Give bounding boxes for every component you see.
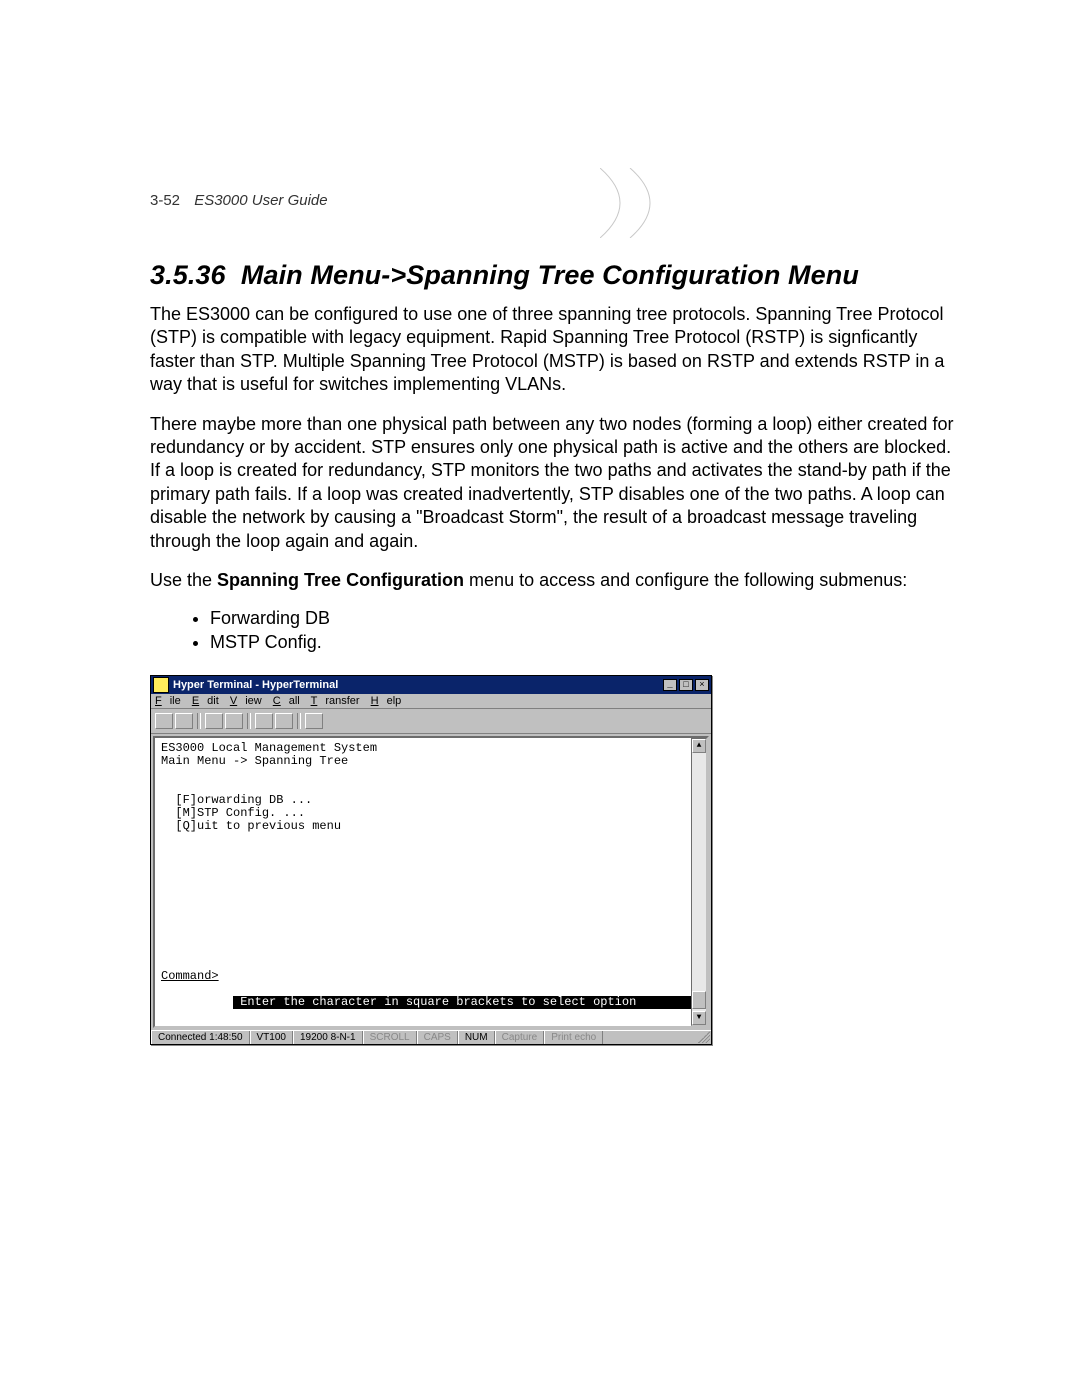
app-icon <box>153 677 169 693</box>
toolbar-connect-icon[interactable] <box>205 713 223 729</box>
section-number: 3.5.36 <box>150 260 226 290</box>
section-heading: 3.5.36 Main Menu->Spanning Tree Configur… <box>150 260 960 291</box>
toolbar-new-icon[interactable] <box>155 713 173 729</box>
list-item: Forwarding DB <box>210 608 960 629</box>
terminal-instruction: Enter the character in square brackets t… <box>233 996 709 1009</box>
resize-grip-icon[interactable] <box>698 1031 710 1043</box>
status-settings: 19200 8-N-1 <box>293 1031 363 1044</box>
toolbar-properties-icon[interactable] <box>305 713 323 729</box>
minimize-button[interactable]: _ <box>663 679 677 691</box>
terminal-prompt[interactable]: Command> <box>161 970 701 983</box>
scroll-up-icon[interactable]: ▲ <box>692 739 706 753</box>
header-ornament-icon <box>600 168 720 238</box>
menu-file[interactable]: File <box>155 695 181 707</box>
running-header: 3-52 ES3000 User Guide <box>150 192 328 209</box>
scroll-thumb[interactable] <box>692 991 706 1009</box>
status-connected: Connected 1:48:50 <box>151 1031 250 1044</box>
toolbar-disconnect-icon[interactable] <box>225 713 243 729</box>
paragraph-3-prefix: Use the <box>150 570 217 590</box>
vertical-scrollbar[interactable]: ▲ ▼ <box>691 738 707 1026</box>
hyperterminal-window: Hyper Terminal - HyperTerminal _ □ × Fil… <box>150 675 712 1045</box>
page-number: 3-52 <box>150 192 180 209</box>
menu-help[interactable]: Help <box>371 695 402 707</box>
section-title-text: Main Menu->Spanning Tree Configuration M… <box>241 260 859 290</box>
menu-bar: File Edit View Call Transfer Help <box>151 694 711 709</box>
close-button[interactable]: × <box>695 679 709 691</box>
status-emulation: VT100 <box>250 1031 293 1044</box>
toolbar-separator <box>297 713 301 729</box>
status-bar: Connected 1:48:50 VT100 19200 8-N-1 SCRO… <box>151 1030 711 1044</box>
status-scroll: SCROLL <box>363 1031 417 1044</box>
scroll-down-icon[interactable]: ▼ <box>692 1011 706 1025</box>
terminal-viewport[interactable]: ES3000 Local Management System Main Menu… <box>153 736 709 1028</box>
terminal-text: ES3000 Local Management System Main Menu… <box>161 741 377 833</box>
toolbar <box>151 709 711 734</box>
menu-call[interactable]: Call <box>273 695 300 707</box>
menu-edit[interactable]: Edit <box>192 695 219 707</box>
toolbar-separator <box>197 713 201 729</box>
paragraph-3-suffix: menu to access and configure the followi… <box>464 570 907 590</box>
paragraph-2: There maybe more than one physical path … <box>150 413 960 553</box>
window-titlebar[interactable]: Hyper Terminal - HyperTerminal _ □ × <box>151 676 711 694</box>
toolbar-open-icon[interactable] <box>175 713 193 729</box>
status-caps: CAPS <box>417 1031 458 1044</box>
status-num: NUM <box>458 1031 495 1044</box>
paragraph-3: Use the Spanning Tree Configuration menu… <box>150 569 960 592</box>
window-title: Hyper Terminal - HyperTerminal <box>173 679 663 691</box>
paragraph-1: The ES3000 can be configured to use one … <box>150 303 960 397</box>
toolbar-receive-icon[interactable] <box>275 713 293 729</box>
toolbar-send-icon[interactable] <box>255 713 273 729</box>
book-title: ES3000 User Guide <box>194 192 327 209</box>
menu-view[interactable]: View <box>230 695 262 707</box>
status-capture: Capture <box>495 1031 545 1044</box>
toolbar-separator <box>247 713 251 729</box>
paragraph-3-bold: Spanning Tree Configuration <box>217 570 464 590</box>
maximize-button[interactable]: □ <box>679 679 693 691</box>
list-item: MSTP Config. <box>210 632 960 653</box>
status-printecho: Print echo <box>544 1031 603 1044</box>
submenu-list: Forwarding DB MSTP Config. <box>150 608 960 653</box>
menu-transfer[interactable]: Transfer <box>311 695 360 707</box>
